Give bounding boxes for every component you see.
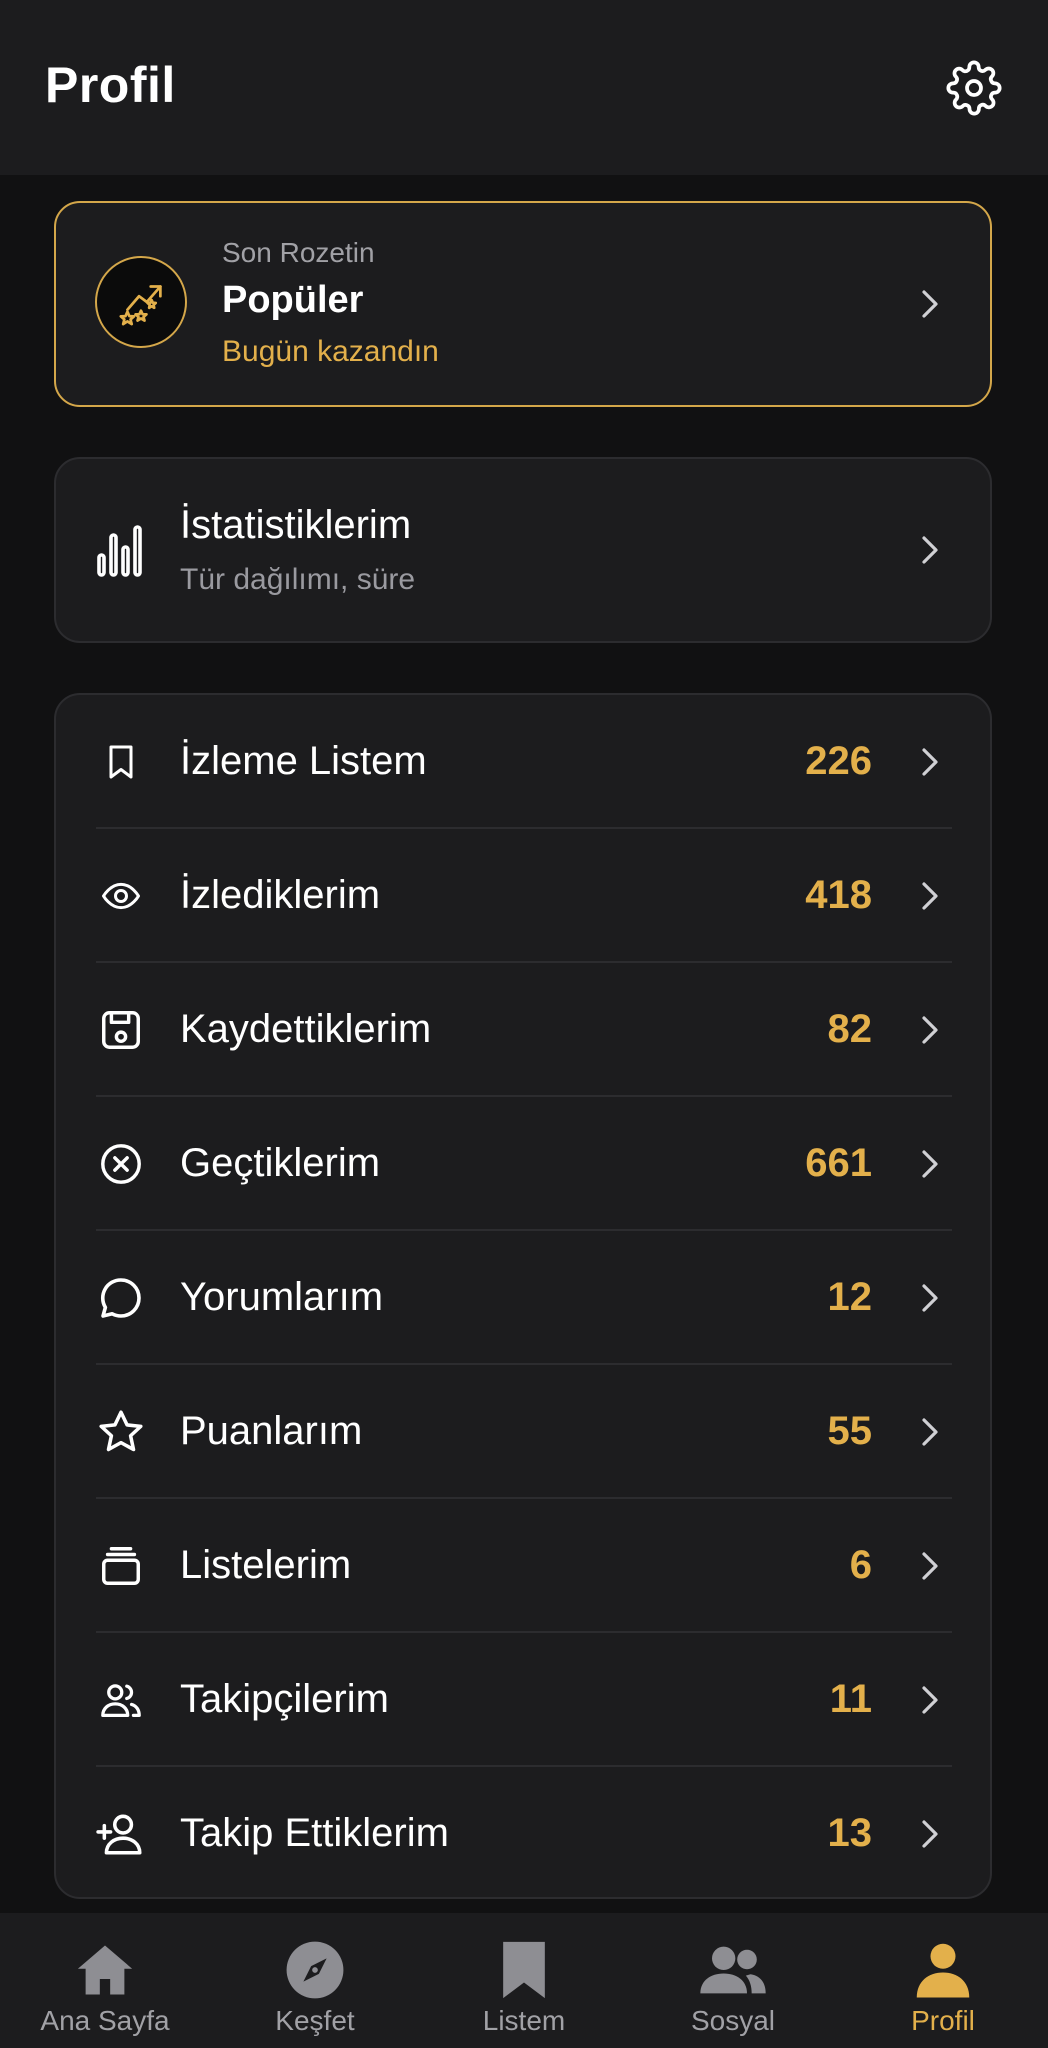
menu-item-skipped[interactable]: Geçtiklerim 661 xyxy=(96,1097,952,1231)
badge-caption: Son Rozetin xyxy=(222,237,375,268)
menu-item-saved[interactable]: Kaydettiklerim 82 xyxy=(96,963,952,1097)
menu-item-label: Takip Ettiklerim xyxy=(180,1811,449,1855)
menu-item-count: 226 xyxy=(805,739,872,783)
people-icon xyxy=(628,1935,838,2005)
menu-item-watchlist[interactable]: İzleme Listem 226 xyxy=(96,695,952,829)
chat-bubble-icon xyxy=(96,1273,146,1323)
profile-menu-list: İzleme Listem 226 İzlediklerim 418 Kayde… xyxy=(54,693,992,1899)
header: Profil xyxy=(0,0,1048,175)
chevron-right-icon xyxy=(918,1816,942,1852)
nav-label: Sosyal xyxy=(690,2005,776,2036)
menu-item-label: Yorumlarım xyxy=(180,1275,384,1319)
nav-item-home[interactable]: Ana Sayfa xyxy=(0,1913,210,2048)
home-icon xyxy=(0,1935,210,2005)
settings-button[interactable] xyxy=(944,58,1004,118)
menu-item-ratings[interactable]: Puanlarım 55 xyxy=(96,1365,952,1499)
menu-item-label: Takipçilerim xyxy=(180,1677,389,1721)
menu-item-label: Puanlarım xyxy=(180,1409,363,1453)
chevron-right-icon xyxy=(918,1146,942,1182)
menu-item-label: Listelerim xyxy=(180,1543,352,1587)
chevron-right-icon xyxy=(918,1012,942,1048)
chevron-right-icon xyxy=(918,1280,942,1316)
chevron-right-icon xyxy=(918,878,942,914)
nav-label: Listem xyxy=(482,2005,566,2036)
star-icon xyxy=(96,1407,146,1457)
menu-item-count: 11 xyxy=(829,1677,872,1721)
menu-item-count: 661 xyxy=(805,1141,872,1185)
nav-item-social[interactable]: Sosyal xyxy=(628,1913,838,2048)
menu-item-count: 55 xyxy=(827,1409,873,1453)
menu-item-watched[interactable]: İzlediklerim 418 xyxy=(96,829,952,963)
latest-badge-card[interactable]: Son Rozetin Popüler Bugün kazandın xyxy=(54,201,992,407)
compass-icon xyxy=(210,1935,420,2005)
trending-stars-icon xyxy=(119,285,162,326)
bookmark-icon xyxy=(96,737,146,787)
nav-label: Keşfet xyxy=(275,2005,355,2036)
statistics-subtitle: Tür dağılımı, süre xyxy=(180,563,416,596)
menu-item-count: 82 xyxy=(827,1007,873,1051)
menu-item-count: 13 xyxy=(827,1811,873,1855)
page-title: Profil xyxy=(45,57,176,113)
menu-item-count: 12 xyxy=(827,1275,873,1319)
followers-icon xyxy=(96,1675,146,1725)
badge-earned-text: Bugün kazandın xyxy=(222,335,439,368)
person-icon xyxy=(838,1935,1048,2005)
menu-item-label: İzlediklerim xyxy=(180,873,381,917)
nav-item-my-list[interactable]: Listem xyxy=(419,1913,629,2048)
stacked-cards-icon xyxy=(96,1541,146,1591)
gear-icon xyxy=(946,60,1002,116)
badge-emblem xyxy=(95,256,187,348)
chevron-right-icon xyxy=(918,1682,942,1718)
profile-screen: Profil Son Rozetin Popüler Bugün kazandı… xyxy=(0,0,1048,2048)
menu-item-lists[interactable]: Listelerim 6 xyxy=(96,1499,952,1633)
user-plus-icon xyxy=(96,1809,146,1859)
menu-item-label: Kaydettiklerim xyxy=(180,1007,432,1051)
menu-item-followers[interactable]: Takipçilerim 11 xyxy=(96,1633,952,1767)
chevron-right-icon xyxy=(918,532,942,568)
menu-item-following[interactable]: Takip Ettiklerim 13 xyxy=(96,1767,952,1901)
bar-chart-icon xyxy=(96,523,142,582)
eye-icon xyxy=(96,871,146,921)
statistics-card[interactable]: İstatistiklerim Tür dağılımı, süre xyxy=(54,457,992,643)
save-disk-icon xyxy=(96,1005,146,1055)
chevron-right-icon xyxy=(918,744,942,780)
chevron-right-icon xyxy=(918,1548,942,1584)
menu-item-label: İzleme Listem xyxy=(180,739,427,783)
chevron-right-icon xyxy=(918,286,942,322)
chevron-right-icon xyxy=(918,1414,942,1450)
menu-item-count: 418 xyxy=(805,873,872,917)
nav-label: Ana Sayfa xyxy=(40,2005,170,2036)
menu-item-label: Geçtiklerim xyxy=(180,1141,381,1185)
bookmark-icon xyxy=(419,1935,629,2005)
menu-item-comments[interactable]: Yorumlarım 12 xyxy=(96,1231,952,1365)
statistics-title: İstatistiklerim xyxy=(180,503,412,547)
nav-item-profile[interactable]: Profil xyxy=(838,1913,1048,2048)
nav-label: Profil xyxy=(911,2005,975,2036)
nav-item-discover[interactable]: Keşfet xyxy=(210,1913,420,2048)
bottom-nav: Ana Sayfa Keşfet Listem Sosyal Profil xyxy=(0,1913,1048,2048)
x-circle-icon xyxy=(96,1139,146,1189)
menu-item-count: 6 xyxy=(849,1543,872,1587)
badge-name: Popüler xyxy=(222,279,364,321)
